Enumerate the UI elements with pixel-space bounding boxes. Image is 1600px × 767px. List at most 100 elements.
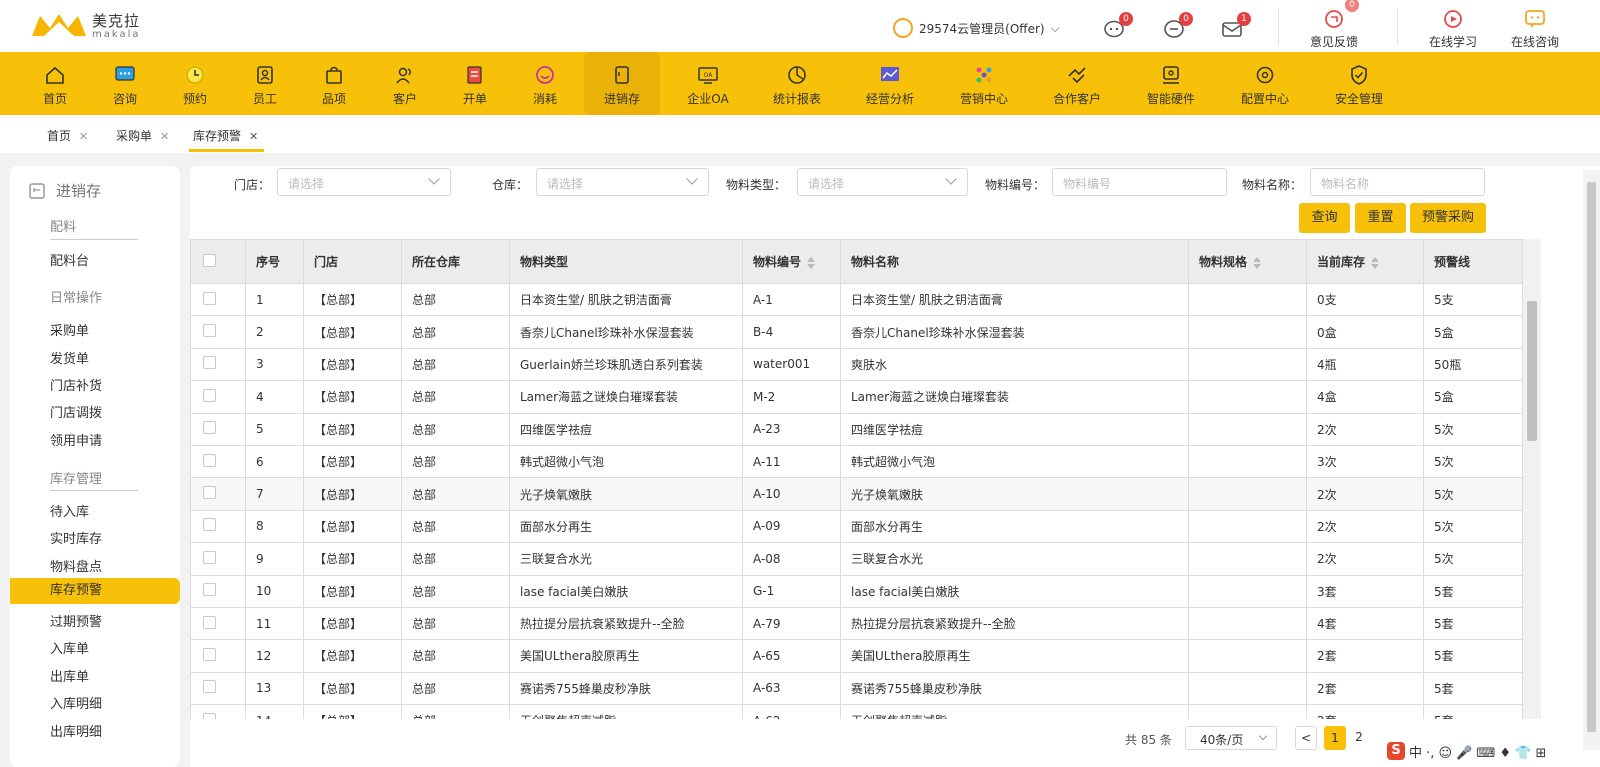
warning-purchase-button[interactable]: 预警采购 [1410, 203, 1486, 233]
nav-hardware[interactable]: 智能硬件 [1140, 52, 1202, 115]
row-checkbox[interactable] [203, 421, 216, 435]
cell-store: 【总部】 [303, 282, 402, 317]
table-row[interactable]: 8 【总部】 总部 面部水分再生 A-09 面部水分再生 2次 5次 [190, 509, 1523, 544]
feedback-button[interactable]: 0 意见反馈 [1299, 0, 1369, 50]
row-checkbox[interactable] [203, 615, 216, 629]
row-checkbox[interactable] [203, 453, 216, 467]
table-row[interactable]: 3 【总部】 总部 Guerlain娇兰珍珠肌透白系列套装 water001 爽肤水 4瓶 5… [190, 347, 1523, 382]
sidebar-item-stocktake[interactable]: 物料盘点 [50, 556, 102, 575]
row-checkbox[interactable] [203, 324, 216, 338]
nav-inventory[interactable]: 进销存 [584, 52, 660, 115]
sidebar-item-purchase-order[interactable]: 采购单 [50, 320, 89, 339]
sidebar-item-store-transfer[interactable]: 门店调拨 [50, 402, 102, 421]
sidebar-item-inbound[interactable]: 入库单 [50, 638, 89, 657]
nav-config[interactable]: 配置中心 [1234, 52, 1296, 115]
sidebar-item-store-replenish[interactable]: 门店补货 [50, 375, 102, 394]
reset-button[interactable]: 重置 [1355, 203, 1406, 233]
row-checkbox[interactable] [203, 680, 216, 694]
nav-appointment[interactable]: 预约 [170, 52, 220, 115]
sidebar-item-inbound-detail[interactable]: 入库明细 [50, 693, 102, 712]
close-icon[interactable]: ✕ [249, 130, 258, 143]
sidebar-item-stock-warning[interactable]: 库存预警 [10, 578, 180, 604]
tab-home[interactable]: 首页 ✕ [47, 127, 88, 144]
sidebar-item-realtime-stock[interactable]: 实时库存 [50, 528, 102, 547]
nav-marketing[interactable]: 营销中心 [953, 52, 1015, 115]
tab-stock-warning[interactable]: 库存预警 ✕ [189, 127, 265, 152]
table-row[interactable]: 9 【总部】 总部 三联复合水光 A-08 三联复合水光 2次 5次 [190, 542, 1523, 576]
nav-reports[interactable]: 统计报表 [766, 52, 828, 115]
table-row[interactable]: 13 【总部】 总部 赛诺秀755蜂巢皮秒净肤 A-63 赛诺秀755蜂巢皮秒净肤 2套 5套 [190, 671, 1523, 706]
page-scrollbar[interactable] [1583, 170, 1600, 750]
close-icon[interactable]: ✕ [160, 130, 169, 143]
row-checkbox[interactable] [203, 291, 216, 305]
sidebar-item-outbound-detail[interactable]: 出库明细 [50, 721, 102, 740]
sidebar-item-outbound[interactable]: 出库单 [50, 666, 89, 685]
nav-consume[interactable]: 消耗 [520, 52, 570, 115]
row-checkbox[interactable] [203, 388, 216, 402]
nav-security[interactable]: 安全管理 [1328, 52, 1390, 115]
sidebar-item-pending-inbound[interactable]: 待入库 [50, 501, 89, 520]
row-checkbox[interactable] [203, 647, 216, 661]
sidebar-item-ingredient-station[interactable]: 配料台 [50, 250, 89, 269]
nav-oa[interactable]: OA 企业OA [680, 52, 736, 115]
sort-icon[interactable] [1371, 256, 1380, 269]
page-size-select[interactable]: 40条/页 [1185, 726, 1277, 750]
nav-order[interactable]: 开单 [450, 52, 500, 115]
wechat-icon[interactable]: 0 [1103, 12, 1133, 40]
page-1-button[interactable]: 1 [1324, 726, 1346, 750]
cell-spec [1188, 671, 1307, 706]
nav-analysis[interactable]: 经营分析 [859, 52, 921, 115]
sidebar-item-delivery[interactable]: 发货单 [50, 348, 89, 367]
nav-staff[interactable]: 员工 [240, 52, 290, 115]
col-spec[interactable]: 物料规格 [1188, 239, 1307, 284]
table-row[interactable]: 7 【总部】 总部 光子焕氧嫩肤 A-10 光子焕氧嫩肤 2次 5次 [190, 477, 1523, 511]
type-select[interactable]: 请选择 [797, 168, 968, 196]
warehouse-select[interactable]: 请选择 [536, 168, 709, 196]
nav-home[interactable]: 首页 [30, 52, 80, 115]
store-select[interactable]: 请选择 [277, 168, 451, 196]
nav-consult[interactable]: 咨询 [100, 52, 150, 115]
page-2-button[interactable]: 2 [1348, 726, 1370, 750]
table-row[interactable]: 2 【总部】 总部 香奈儿Chanel珍珠补水保湿套装 B-4 香奈儿Chanel珍珠补水… [190, 315, 1523, 349]
row-checkbox[interactable] [203, 583, 216, 597]
table-row[interactable]: 12 【总部】 总部 美国ULthera胶原再生 A-65 美国ULthera胶原再生 2套… [190, 639, 1523, 673]
query-button[interactable]: 查询 [1299, 203, 1350, 233]
mail-icon[interactable]: 1 [1221, 12, 1251, 40]
table-row[interactable]: 10 【总部】 总部 lase facial美白嫩肤 G-1 lase facial美白嫩… [190, 574, 1523, 608]
brand-logo[interactable]: 美克拉 makala [30, 10, 141, 40]
user-menu[interactable]: 29574云管理员(Offer) ⌵ [893, 18, 1060, 38]
table-row[interactable]: 11 【总部】 总部 热拉提分层抗衰紧致提升--全脸 A-79 热拉提分层抗衰紧致提升--… [190, 606, 1523, 641]
scrollbar-thumb[interactable] [1587, 182, 1596, 732]
table-row[interactable]: 4 【总部】 总部 Lamer海蓝之谜焕白璀璨套装 M-2 Lamer海蓝之谜焕白璀璨套装… [190, 380, 1523, 414]
table-row[interactable]: 1 【总部】 总部 日本资生堂/ 肌肤之钥洁面膏 A-1 日本资生堂/ 肌肤之钥洁面膏 0支… [190, 282, 1523, 317]
table-row[interactable]: 14【总部】总部无创聚焦超声减脂A-62无创聚焦超声减脂2套5套 [190, 704, 1523, 719]
table-scrollbar[interactable] [1523, 239, 1541, 719]
scrollbar-thumb[interactable] [1527, 301, 1537, 441]
online-consult-button[interactable]: 在线咨询 [1500, 8, 1570, 50]
row-checkbox[interactable] [203, 356, 216, 370]
col-stock[interactable]: 当前库存 [1306, 239, 1424, 284]
sort-icon[interactable] [807, 256, 816, 269]
code-input[interactable]: 物料编号 [1052, 168, 1227, 196]
nav-partners[interactable]: 合作客户 [1046, 52, 1108, 115]
message-icon[interactable]: 0 [1163, 12, 1193, 40]
sort-icon[interactable] [1253, 256, 1262, 269]
sidebar-item-expiry-warning[interactable]: 过期预警 [50, 611, 102, 630]
sidebar-item-requisition[interactable]: 领用申请 [50, 430, 102, 449]
nav-customers[interactable]: 客户 [380, 52, 430, 115]
col-code[interactable]: 物料编号 [742, 239, 841, 284]
row-checkbox[interactable] [203, 486, 216, 500]
table-row[interactable]: 5 【总部】 总部 四维医学祛痘 A-23 四维医学祛痘 2次 5次 [190, 412, 1523, 446]
select-all-checkbox[interactable] [203, 253, 216, 267]
tab-purchase[interactable]: 采购单 ✕ [116, 127, 169, 144]
row-checkbox[interactable] [203, 550, 216, 564]
ime-toolbar[interactable]: S 中 ·, ☺ 🎤 ⌨ ♦ 👕 ⊞ [1383, 739, 1551, 763]
row-checkbox[interactable] [203, 518, 216, 532]
prev-page-button[interactable]: < [1295, 726, 1317, 750]
close-icon[interactable]: ✕ [79, 130, 88, 143]
name-input[interactable]: 物料名称 [1310, 168, 1485, 196]
row-checkbox[interactable] [203, 712, 216, 719]
online-learning-button[interactable]: 在线学习 [1418, 8, 1488, 50]
table-row[interactable]: 6 【总部】 总部 韩式超微小气泡 A-11 韩式超微小气泡 3次 5次 [190, 444, 1523, 479]
nav-items[interactable]: 品项 [309, 52, 359, 115]
